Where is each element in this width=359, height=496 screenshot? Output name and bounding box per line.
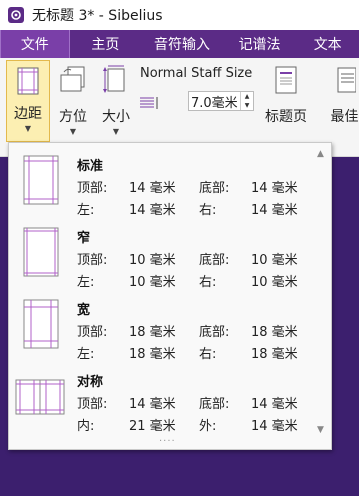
margin-option-mirrored[interactable]: 对称 顶部: 14 毫米 底部: 14 毫米 内: 21 毫米 外: 14 毫米 [9, 365, 315, 437]
right-value: 10 毫米 [251, 275, 298, 290]
margin-option-narrow[interactable]: 窄 顶部: 10 毫米 底部: 10 毫米 左: 10 毫米 右: 10 毫米 [9, 219, 315, 291]
margins-dropdown: 标准 顶部: 14 毫米 底部: 14 毫米 左: 14 毫米 右: 14 毫米… [8, 142, 332, 450]
margins-label: 边距 [14, 106, 42, 122]
left-label: 左: [77, 275, 95, 290]
page-margins-thumbnail [23, 227, 59, 277]
top-value: 10 毫米 [129, 253, 176, 268]
bottom-label: 底部: [199, 253, 230, 268]
bottom-label: 底部: [199, 325, 230, 340]
top-label: 顶部: [77, 253, 108, 268]
resize-grip-icon[interactable]: ···· [159, 436, 176, 447]
bottom-value: 18 毫米 [251, 325, 298, 340]
right-label: 右: [199, 347, 217, 362]
dropdown-scrollbar[interactable]: ▲ ▼ [313, 143, 331, 449]
bottom-value: 14 毫米 [251, 181, 298, 196]
top-label: 顶部: [77, 181, 108, 196]
best-label: 最佳 [330, 109, 359, 125]
sibelius-logo-icon[interactable] [8, 7, 24, 23]
outside-label: 外: [199, 419, 217, 434]
right-value: 18 毫米 [251, 347, 298, 362]
title-bar: 无标题 3* - Sibelius [0, 0, 359, 30]
bottom-value: 14 毫米 [251, 397, 298, 412]
staff-size-value[interactable]: 7.0毫米 [189, 92, 240, 111]
option-name: 宽 [77, 303, 91, 318]
size-label: 大小 [102, 109, 130, 125]
top-value: 18 毫米 [129, 325, 176, 340]
page-size-icon [101, 64, 131, 96]
left-value: 10 毫米 [129, 275, 176, 290]
window-title: 无标题 3* - Sibelius [32, 8, 163, 24]
right-label: 右: [199, 275, 217, 290]
top-value: 14 毫米 [129, 397, 176, 412]
facing-pages-thumbnail [15, 379, 65, 415]
chevron-down-icon: ▼ [112, 127, 120, 136]
margins-icon [13, 65, 43, 97]
option-name: 对称 [77, 375, 104, 390]
top-label: 顶部: [77, 325, 108, 340]
menu-bar: 文件 主页 音符输入 记谱法 文本 [0, 30, 359, 58]
right-value: 14 毫米 [251, 203, 298, 218]
best-button[interactable]: 最佳 [330, 64, 359, 126]
chevron-down-icon: ▼ [24, 124, 32, 133]
chevron-down-icon: ▼ [69, 127, 77, 136]
tab-text[interactable]: 文本 [296, 30, 359, 58]
left-value: 18 毫米 [129, 347, 176, 362]
page-margins-thumbnail [23, 299, 59, 349]
left-label: 左: [77, 203, 95, 218]
scroll-up-icon[interactable]: ▲ [317, 149, 324, 159]
inside-value: 21 毫米 [129, 419, 176, 434]
tab-file[interactable]: 文件 [0, 30, 70, 58]
inside-label: 内: [77, 419, 95, 434]
tab-home[interactable]: 主页 [70, 30, 142, 58]
margin-option-wide[interactable]: 宽 顶部: 18 毫米 底部: 18 毫米 左: 18 毫米 右: 18 毫米 [9, 291, 315, 363]
option-name: 标准 [77, 159, 104, 174]
scroll-down-icon[interactable]: ▼ [317, 425, 324, 435]
orientation-icon [58, 64, 88, 96]
left-value: 14 毫米 [129, 203, 176, 218]
option-name: 窄 [77, 231, 91, 246]
page-margins-thumbnail [23, 155, 59, 205]
staff-lines-icon [140, 95, 160, 109]
top-value: 14 毫米 [129, 181, 176, 196]
bottom-value: 10 毫米 [251, 253, 298, 268]
title-page-icon [271, 64, 301, 96]
title-page-label: 标题页 [265, 109, 307, 125]
staff-size-label: Normal Staff Size [140, 66, 253, 81]
orientation-button[interactable]: 方位 ▼ [54, 64, 92, 136]
margin-option-normal[interactable]: 标准 顶部: 14 毫米 底部: 14 毫米 左: 14 毫米 右: 14 毫米 [9, 147, 315, 219]
bottom-label: 底部: [199, 181, 230, 196]
right-label: 右: [199, 203, 217, 218]
left-label: 左: [77, 347, 95, 362]
tab-notations[interactable]: 记谱法 [223, 30, 297, 58]
spinner-arrows-icon[interactable]: ▲ ▼ [240, 92, 253, 110]
staff-size-spinner[interactable]: 7.0毫米 ▲ ▼ [188, 91, 254, 111]
bottom-label: 底部: [199, 397, 230, 412]
margins-button[interactable]: 边距 ▼ [6, 60, 50, 142]
orientation-label: 方位 [59, 109, 87, 125]
layout-icon [330, 64, 359, 96]
outside-value: 14 毫米 [251, 419, 298, 434]
title-page-button[interactable]: 标题页 [262, 64, 310, 126]
size-button[interactable]: 大小 ▼ [98, 64, 134, 136]
tab-note-input[interactable]: 音符输入 [141, 30, 223, 58]
top-label: 顶部: [77, 397, 108, 412]
